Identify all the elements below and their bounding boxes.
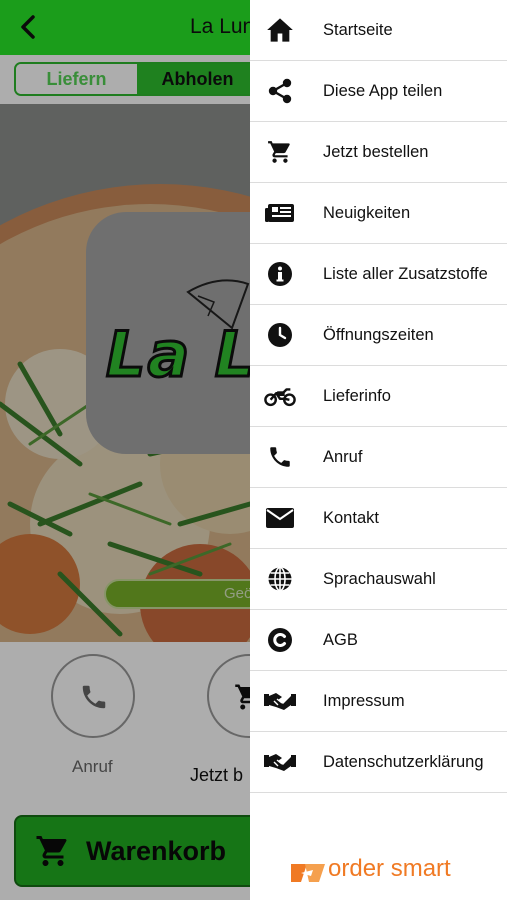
menu-item-opening-hours[interactable]: Öffnungszeiten	[250, 305, 507, 366]
menu-item-label: Jetzt bestellen	[323, 143, 429, 161]
menu-item-home[interactable]: Startseite	[250, 0, 507, 61]
brand-name: order smart	[328, 855, 451, 882]
handshake-icon	[264, 748, 296, 776]
handshake-icon	[264, 687, 296, 715]
menu-item-privacy[interactable]: Datenschutzerklärung	[250, 732, 507, 793]
phone-icon	[264, 443, 296, 471]
menu-item-label: Impressum	[323, 692, 405, 710]
menu-item-label: AGB	[323, 631, 358, 649]
share-icon	[264, 77, 296, 105]
menu-item-order[interactable]: Jetzt bestellen	[250, 122, 507, 183]
menu-item-call[interactable]: Anruf	[250, 427, 507, 488]
globe-icon	[264, 565, 296, 593]
home-icon	[264, 16, 296, 44]
menu-item-label: Sprachauswahl	[323, 570, 436, 588]
menu-item-label: Kontakt	[323, 509, 379, 527]
clock-icon	[264, 321, 296, 349]
ordersmart-logo-icon	[291, 864, 325, 882]
menu-item-delivery-info[interactable]: Lieferinfo	[250, 366, 507, 427]
motorcycle-icon	[264, 382, 296, 410]
menu-item-label: Liste aller Zusatzstoffe	[323, 265, 488, 283]
menu-item-label: Neuigkeiten	[323, 204, 411, 222]
menu-item-label: Lieferinfo	[323, 387, 391, 405]
menu-item-news[interactable]: Neuigkeiten	[250, 183, 507, 244]
menu-item-label: Datenschutzerklärung	[323, 753, 484, 771]
menu-item-contact[interactable]: Kontakt	[250, 488, 507, 549]
menu-item-label: Startseite	[323, 21, 393, 39]
navigation-drawer: Startseite Diese App teilen Jetzt bestel…	[250, 0, 507, 900]
info-icon	[264, 260, 296, 288]
menu-item-language[interactable]: Sprachauswahl	[250, 549, 507, 610]
cart-icon	[264, 138, 296, 166]
menu-item-label: Anruf	[323, 448, 363, 466]
envelope-icon	[264, 504, 296, 532]
menu-item-share[interactable]: Diese App teilen	[250, 61, 507, 122]
menu-item-terms[interactable]: AGB	[250, 610, 507, 671]
menu-item-additives[interactable]: Liste aller Zusatzstoffe	[250, 244, 507, 305]
menu-item-imprint[interactable]: Impressum	[250, 671, 507, 732]
copyright-icon	[264, 626, 296, 654]
menu-item-label: Diese App teilen	[323, 82, 443, 100]
news-icon	[264, 199, 296, 227]
menu-item-label: Öffnungszeiten	[323, 326, 434, 344]
